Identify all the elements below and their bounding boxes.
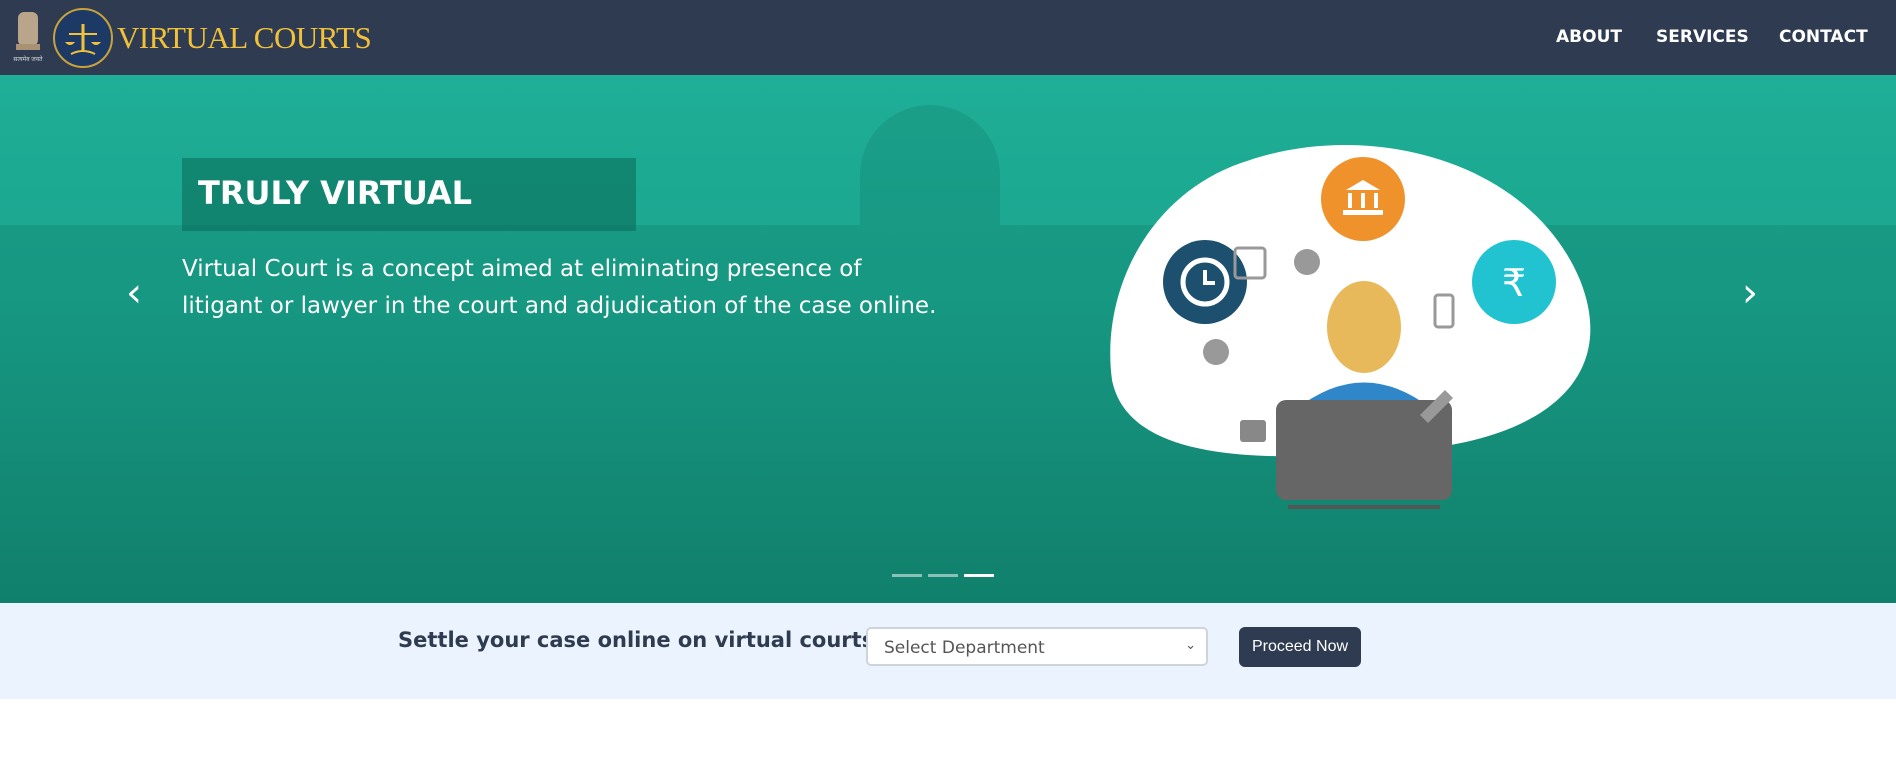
slide-title: TRULY VIRTUAL xyxy=(198,174,473,212)
brand-title[interactable]: VIRTUAL COURTS xyxy=(117,20,372,56)
carousel-indicator-2[interactable] xyxy=(928,574,958,577)
carousel-next-button[interactable]: › xyxy=(1742,270,1758,316)
hero-carousel: TRULY VIRTUAL Virtual Court is a concept… xyxy=(0,75,1896,603)
nav-contact[interactable]: CONTACT xyxy=(1779,27,1868,47)
lock-icon xyxy=(1240,420,1266,442)
svg-text:₹: ₹ xyxy=(1502,263,1526,305)
background-dome xyxy=(860,105,1000,225)
nav-services[interactable]: SERVICES xyxy=(1656,27,1749,47)
cta-band: Settle your case online on virtual court… xyxy=(0,603,1896,699)
slide-title-box: TRULY VIRTUAL xyxy=(182,158,636,231)
department-select[interactable]: Select Department ⌄ xyxy=(866,627,1208,666)
svg-text:सत्यमेव जयते: सत्यमेव जयते xyxy=(13,55,43,63)
carousel-indicator-3[interactable] xyxy=(964,574,994,577)
nav-about[interactable]: ABOUT xyxy=(1556,27,1622,47)
carousel-indicator-1[interactable] xyxy=(892,574,922,577)
select-value: Select Department xyxy=(884,638,1045,658)
person-icon xyxy=(1327,281,1401,373)
proceed-now-button[interactable]: Proceed Now xyxy=(1239,627,1361,667)
cta-heading: Settle your case online on virtual court… xyxy=(398,628,875,652)
header: सत्यमेव जयते VIRTUAL COURTS ABOUT SERVIC… xyxy=(0,0,1896,75)
chevron-down-icon: ⌄ xyxy=(1185,638,1196,653)
slide-description: Virtual Court is a concept aimed at elim… xyxy=(182,256,937,319)
national-emblem-icon: सत्यमेव जयते xyxy=(13,12,43,63)
court-seal-logo[interactable] xyxy=(53,8,113,68)
virtual-court-illustration: ₹ xyxy=(1110,145,1591,509)
carousel-prev-button[interactable]: ‹ xyxy=(126,270,142,316)
